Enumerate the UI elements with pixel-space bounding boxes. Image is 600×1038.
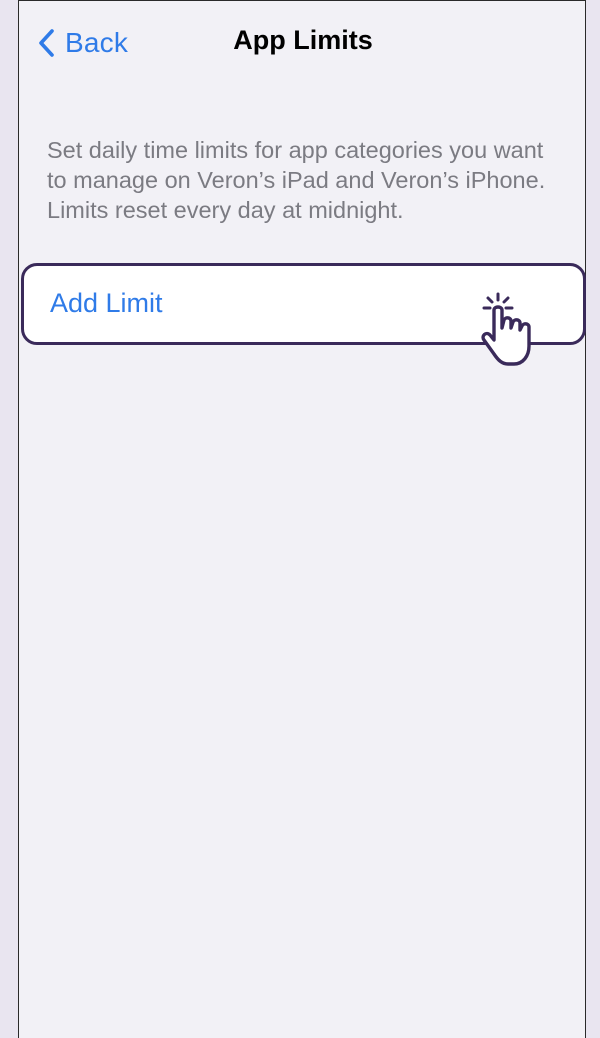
navigation-bar: Back App Limits [19, 1, 585, 83]
page-title: App Limits [233, 25, 373, 55]
page-title-wrapper: App Limits [19, 25, 585, 56]
add-limit-label: Add Limit [50, 288, 163, 318]
screen: Back App Limits Set daily time limits fo… [18, 0, 586, 1038]
add-limit-button[interactable]: Add Limit [21, 263, 586, 366]
tap-hand-icon [481, 292, 531, 366]
description-text: Set daily time limits for app categories… [47, 137, 546, 223]
